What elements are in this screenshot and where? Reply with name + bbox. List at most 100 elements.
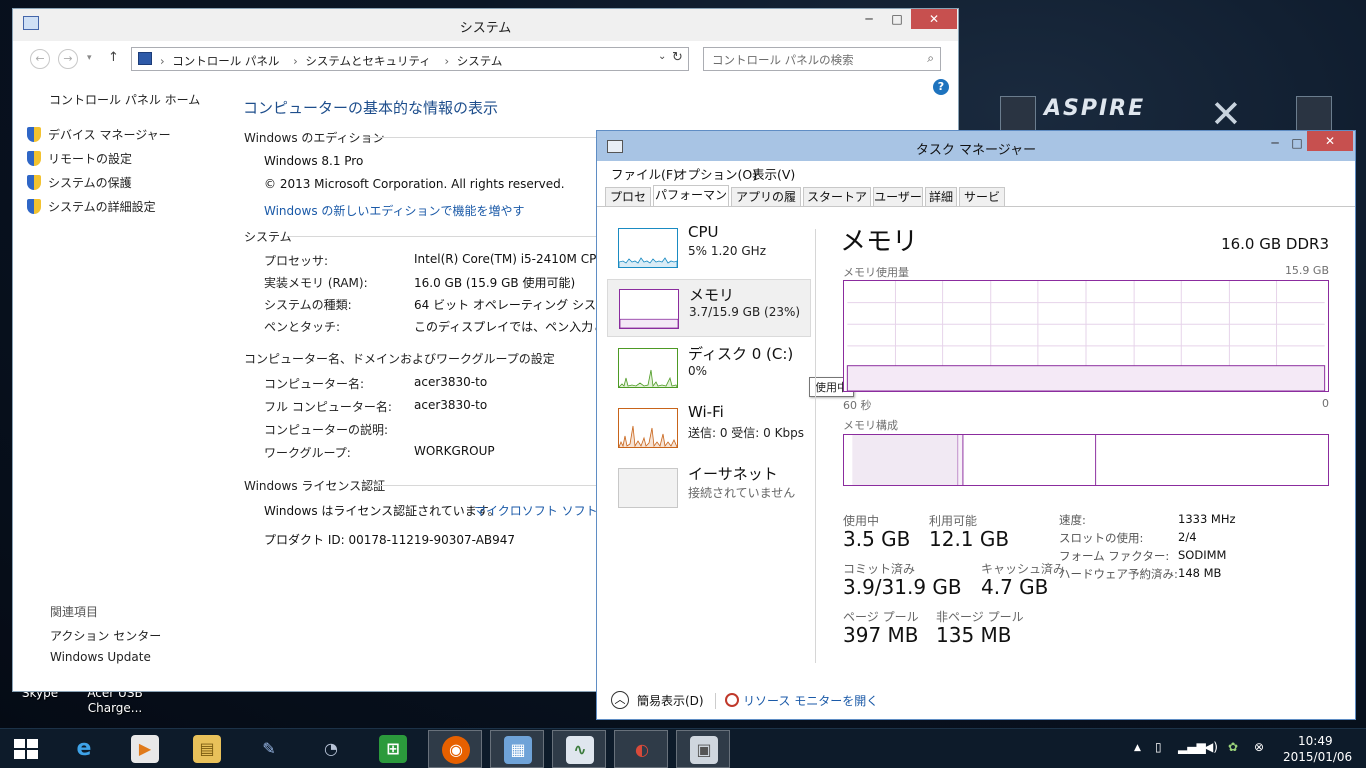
tab-app-history[interactable]: アプリの履歴 <box>731 187 801 222</box>
taskbar-ie[interactable]: e <box>57 730 111 768</box>
edition-header: Windows のエディション <box>244 131 385 145</box>
navigation-bar: ← → ▾ ↑ › コントロール パネル › システムとセキュリティ › システ… <box>13 41 958 75</box>
taskbar-task-manager[interactable]: ∿ <box>552 730 606 768</box>
internet-explorer-icon: e <box>76 736 92 761</box>
shield-icon <box>27 175 41 190</box>
side-name-wifi: Wi-Fi <box>688 403 724 421</box>
committed-value: 3.9/31.9 GB <box>843 575 962 599</box>
taskbar-control-panel[interactable]: ▦ <box>490 730 544 768</box>
tab-performance[interactable]: パフォーマンス <box>653 185 729 220</box>
taskbar-app3[interactable]: ◐ <box>614 730 668 768</box>
side-item-memory[interactable]: メモリ 3.7/15.9 GB (23%) <box>607 279 811 337</box>
start-button[interactable] <box>14 739 40 761</box>
app-icon: ◐ <box>635 740 649 759</box>
back-arrow-icon[interactable]: ← <box>30 49 50 69</box>
forward-arrow-icon[interactable]: → <box>58 49 78 69</box>
section-divider <box>375 485 605 486</box>
side-item-disk[interactable]: ディスク 0 (C:) 0% <box>607 339 811 397</box>
maximize-button[interactable]: □ <box>883 9 911 29</box>
breadcrumb-control-panel[interactable]: コントロール パネル <box>172 54 279 68</box>
taskbar-firefox[interactable]: ◉ <box>428 730 482 768</box>
search-icon[interactable]: ⌕ <box>927 51 934 66</box>
close-button[interactable]: ✕ <box>1307 131 1353 151</box>
memory-usage-graph <box>843 280 1329 392</box>
taskbar-explorer[interactable]: ▤ <box>180 730 234 768</box>
product-id: プロダクト ID: 00178-11219-90307-AB947 <box>264 533 516 547</box>
network-icon[interactable]: ▂▄▆ <box>1178 740 1206 754</box>
title-bar[interactable]: タスク マネージャー ─ □ ✕ <box>597 131 1355 161</box>
memory-usage-area <box>846 365 1326 391</box>
battery-icon[interactable]: ▯ <box>1155 740 1162 754</box>
app-tray-icon[interactable]: ✿ <box>1228 740 1238 754</box>
side-item-ethernet[interactable]: イーサネット 接続されていません <box>607 459 811 517</box>
usage-max: 15.9 GB <box>1284 264 1329 277</box>
search-placeholder: コントロール パネルの検索 <box>712 53 854 67</box>
notification-icon[interactable]: ⊗ <box>1254 740 1264 754</box>
refresh-icon[interactable]: ↻ <box>672 50 683 65</box>
close-button[interactable]: ✕ <box>911 9 957 29</box>
copyright: © 2013 Microsoft Corporation. All rights… <box>264 177 565 191</box>
computer-header: コンピューター名、ドメインおよびワークグループの設定 <box>244 352 555 366</box>
java-icon[interactable] <box>1000 96 1036 132</box>
tab-users[interactable]: ユーザー <box>873 187 923 207</box>
tab-startup[interactable]: スタートアップ <box>803 187 871 222</box>
composition-label: メモリ構成 <box>843 419 898 432</box>
taskbar-media[interactable]: ▶ <box>118 730 172 768</box>
tab-processes[interactable]: プロセス <box>605 187 651 222</box>
system-protection-link[interactable]: システムの保護 <box>27 174 132 191</box>
desktop-app-icon[interactable] <box>1296 96 1332 132</box>
menu-options[interactable]: オプション(O) <box>675 164 757 183</box>
task-manager-window: タスク マネージャー ─ □ ✕ ファイル(F) オプション(O) 表示(V) … <box>596 130 1356 720</box>
address-bar[interactable]: › コントロール パネル › システムとセキュリティ › システム ⌄ ↻ <box>131 47 689 71</box>
taskbar-store[interactable]: ⊞ <box>366 730 420 768</box>
window-title: システム <box>459 21 512 36</box>
side-sub-ethernet: 接続されていません <box>688 486 796 500</box>
help-icon[interactable]: ? <box>933 79 949 95</box>
show-hidden-icons[interactable]: ▲ <box>1134 743 1141 753</box>
side-item-wifi[interactable]: Wi-Fi 送信: 0 受信: 0 Kbps <box>607 399 811 457</box>
side-name-memory: メモリ <box>689 286 735 304</box>
tab-services[interactable]: サービス <box>959 187 1005 222</box>
full-name-value: acer3830-to <box>414 398 488 412</box>
breadcrumb-system-security[interactable]: システムとセキュリティ <box>305 54 430 68</box>
system-header: システム <box>244 230 292 244</box>
action-center-link[interactable]: アクション センター <box>50 627 161 644</box>
side-name-disk: ディスク 0 (C:) <box>688 345 794 363</box>
menu-view[interactable]: 表示(V) <box>752 164 795 183</box>
side-item-cpu[interactable]: CPU 5% 1.20 GHz <box>607 219 811 277</box>
chevron-up-icon[interactable]: ︿ <box>611 691 629 709</box>
footer-divider <box>715 693 716 709</box>
windows-update-link[interactable]: Windows Update <box>50 650 151 664</box>
title-bar[interactable]: システム ─ □ ✕ <box>13 9 958 41</box>
breadcrumb-system[interactable]: システム <box>457 54 503 68</box>
device-manager-link[interactable]: デバイス マネージャー <box>27 126 171 143</box>
up-arrow-icon[interactable]: ↑ <box>108 50 119 65</box>
ram-label: 実装メモリ (RAM): <box>264 276 368 290</box>
shield-icon <box>27 199 41 214</box>
clock-time[interactable]: 10:49 <box>1298 734 1333 748</box>
upgrade-link[interactable]: Windows の新しいエディションで機能を増やす <box>264 202 525 219</box>
remote-settings-link[interactable]: リモートの設定 <box>27 150 132 167</box>
taskbar-app2[interactable]: ◔ <box>304 730 358 768</box>
fewer-details-button[interactable]: 簡易表示(D) <box>637 692 704 709</box>
control-panel-home-link[interactable]: コントロール パネル ホーム <box>49 91 200 108</box>
memory-composition-bar <box>843 434 1329 486</box>
address-dropdown-icon[interactable]: ⌄ <box>658 51 666 62</box>
hw-reserved-value: 148 MB <box>1178 566 1222 580</box>
advanced-settings-link[interactable]: システムの詳細設定 <box>27 198 156 215</box>
taskbar-app[interactable]: ✎ <box>242 730 296 768</box>
tab-details[interactable]: 詳細 <box>925 187 957 207</box>
minimize-button[interactable]: ─ <box>855 9 883 29</box>
resource-monitor-link[interactable]: リソース モニターを開く <box>743 692 878 709</box>
taskbar-app4[interactable]: ▣ <box>676 730 730 768</box>
menu-file[interactable]: ファイル(F) <box>611 164 678 183</box>
resource-monitor-icon[interactable] <box>725 693 739 707</box>
recent-dropdown-icon[interactable]: ▾ <box>87 53 92 63</box>
composition-in-use <box>852 435 959 485</box>
volume-icon[interactable]: ◀) <box>1204 740 1218 754</box>
clock-date[interactable]: 2015/01/06 <box>1283 750 1352 764</box>
taskbar: e ▶ ▤ ✎ ◔ ⊞ ◉ ▦ ∿ ◐ ▣ ▲ ▯ ▂▄▆ ◀) ✿ ⊗ 10:… <box>0 728 1366 768</box>
search-input[interactable]: コントロール パネルの検索 ⌕ <box>703 47 941 71</box>
page-title: コンピューターの基本的な情報の表示 <box>243 99 499 117</box>
license-header: Windows ライセンス認証 <box>244 479 386 493</box>
